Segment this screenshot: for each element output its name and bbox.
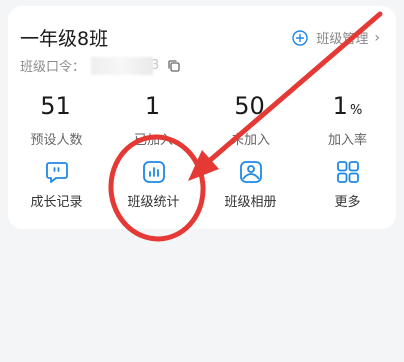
photo-album-icon [239,161,262,183]
class-card: 一年级8班 班级管理 › 班级口令： 3 51 预设人数 1 已加入 50 未加… [8,6,396,229]
stat-joined[interactable]: 1 已加入 [105,92,202,148]
tools-row: 成长记录 班级统计 班级相册 更多 [8,159,396,210]
growth-record-button[interactable]: 成长记录 [8,159,105,210]
plus-circle-icon[interactable] [292,29,309,46]
stat-join-rate[interactable]: 1% 加入率 [299,92,396,148]
stat-preset-count[interactable]: 51 预设人数 [8,92,105,148]
stat-not-joined[interactable]: 50 未加入 [202,92,299,148]
stat-value: 1 [144,92,161,120]
stats-row: 51 预设人数 1 已加入 50 未加入 1% 加入率 [8,92,396,148]
tool-label: 成长记录 [30,195,83,210]
stat-label: 预设人数 [30,133,83,148]
bar-chart-icon [142,161,165,183]
class-code-label: 班级口令： [20,60,86,75]
stat-value: 51 [40,92,71,120]
tool-label: 班级统计 [127,195,180,210]
stat-label: 已加入 [133,133,173,148]
class-title: 一年级8班 [20,28,109,50]
grid-icon [336,161,359,183]
copy-icon[interactable] [167,59,181,73]
chevron-right-icon: › [374,29,380,46]
class-code-redacted [91,56,154,75]
stat-value: 1 [332,92,348,120]
chat-bubble-icon [45,162,68,183]
tool-label: 班级相册 [224,195,277,210]
class-album-button[interactable]: 班级相册 [202,159,299,210]
stat-label: 加入率 [327,133,367,148]
stat-label: 未加入 [230,133,270,148]
tool-label: 更多 [334,195,361,210]
more-button[interactable]: 更多 [299,159,396,210]
stat-unit: % [349,103,363,118]
class-manage-label[interactable]: 班级管理 [316,28,368,47]
class-code-row: 班级口令： 3 [20,56,181,75]
stat-value: 50 [234,92,265,120]
class-stats-button[interactable]: 班级统计 [105,159,202,210]
class-manage-button[interactable]: 班级管理 › [292,28,380,47]
